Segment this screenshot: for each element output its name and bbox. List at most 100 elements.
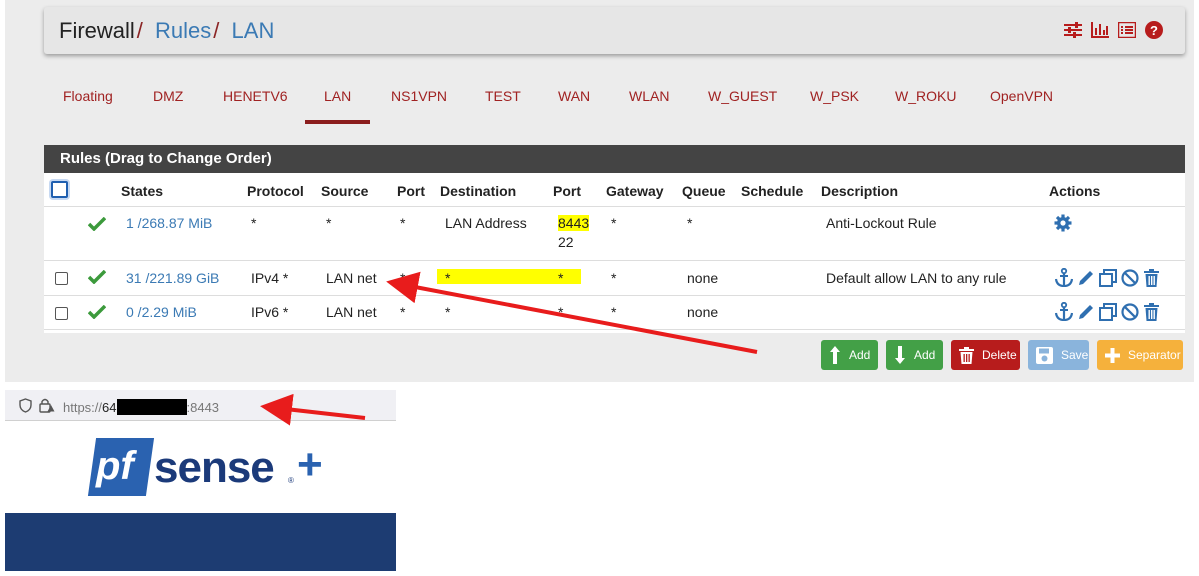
source-cell: * — [326, 215, 332, 231]
pencil-icon[interactable] — [1076, 268, 1095, 287]
protocol-cell: IPv4 * — [251, 270, 289, 286]
add-bottom-label: Add — [914, 348, 936, 362]
row-checkbox[interactable] — [55, 307, 68, 320]
tab-w-psk[interactable]: W_PSK — [810, 88, 859, 104]
floppy-disk-icon — [1036, 346, 1053, 364]
trash-icon[interactable] — [1142, 302, 1161, 321]
tab-openvpn[interactable]: OpenVPN — [990, 88, 1053, 104]
bar-chart-icon[interactable] — [1091, 21, 1109, 39]
gear-icon[interactable] — [1053, 213, 1072, 232]
queue-cell: none — [687, 270, 719, 286]
anchor-icon[interactable] — [1054, 268, 1073, 287]
port-cell: * — [400, 304, 406, 320]
trash-icon[interactable] — [1142, 268, 1161, 287]
breadcrumb-lan-link[interactable]: LAN — [232, 18, 275, 43]
separator-button[interactable]: Separator — [1097, 340, 1183, 370]
ban-icon[interactable] — [1120, 268, 1139, 287]
gateway-cell: * — [611, 270, 617, 286]
redaction-bar — [116, 399, 187, 415]
logo-plus-text: + — [297, 440, 323, 489]
tab-henetv6[interactable]: HENETV6 — [223, 88, 288, 104]
port-cell: * — [400, 270, 406, 286]
url-port: :8443 — [186, 400, 220, 415]
panel-title: Rules (Drag to Change Order) — [44, 145, 1185, 173]
protocol-cell: * — [251, 215, 257, 231]
url-text: https://64:8443 — [63, 399, 219, 415]
select-all-checkbox[interactable] — [51, 181, 68, 198]
shield-icon — [19, 398, 32, 413]
tab-test[interactable]: TEST — [485, 88, 521, 104]
table-row[interactable]: 0 /2.29 MiB IPv6 * LAN net * * * * none — [44, 295, 1185, 330]
enabled-check-icon — [88, 305, 106, 319]
col-source[interactable]: Source — [321, 183, 368, 199]
states-link[interactable]: 31 /221.89 GiB — [126, 270, 219, 286]
url-host: 64 — [102, 400, 117, 415]
tab-wlan[interactable]: WLAN — [629, 88, 669, 104]
col-destination[interactable]: Destination — [440, 183, 516, 199]
navy-banner — [5, 513, 396, 571]
copy-icon[interactable] — [1098, 268, 1117, 287]
col-states[interactable]: States — [121, 183, 163, 199]
col-gateway[interactable]: Gateway — [606, 183, 664, 199]
copy-icon[interactable] — [1098, 302, 1117, 321]
table-row[interactable]: 31 /221.89 GiB IPv4 * LAN net * * * * no… — [44, 260, 1185, 295]
table-row[interactable]: 1 /268.87 MiB * * * LAN Address 8443 22 … — [44, 206, 1185, 260]
trash-icon — [959, 346, 974, 364]
col-queue[interactable]: Queue — [682, 183, 726, 199]
destination-cell: * — [445, 270, 451, 286]
source-cell: LAN net — [326, 304, 377, 320]
tab-ns1vpn[interactable]: NS1VPN — [391, 88, 447, 104]
pfsense-plus-logo: pf sense ® + — [87, 438, 337, 498]
ban-icon[interactable] — [1120, 302, 1139, 321]
logo-sense-text: sense — [154, 443, 275, 492]
lock-warning-icon — [39, 398, 55, 413]
breadcrumb-rules-link[interactable]: Rules — [155, 18, 211, 43]
tab-dmz[interactable]: DMZ — [153, 88, 183, 104]
breadcrumb: Firewall/ Rules/ LAN — [59, 18, 274, 44]
svg-text:?: ? — [1150, 23, 1158, 38]
states-link[interactable]: 0 /2.29 MiB — [126, 304, 197, 320]
browser-url-bar[interactable]: https://64:8443 — [5, 390, 396, 421]
tab-lan[interactable]: LAN — [324, 88, 351, 104]
dest-port-highlighted: 8443 — [558, 215, 590, 231]
help-icon[interactable]: ? — [1145, 21, 1163, 39]
arrow-down-icon — [895, 346, 905, 364]
save-button[interactable]: Save — [1028, 340, 1089, 370]
gateway-cell: * — [611, 215, 617, 231]
plus-icon — [1105, 347, 1120, 363]
anchor-icon[interactable] — [1054, 302, 1073, 321]
states-link[interactable]: 1 /268.87 MiB — [126, 215, 212, 231]
gateway-cell: * — [611, 304, 617, 320]
tab-floating[interactable]: Floating — [63, 88, 113, 104]
description-cell: Default allow LAN to any rule — [826, 270, 1007, 286]
row-checkbox[interactable] — [55, 272, 68, 285]
tab-wan[interactable]: WAN — [558, 88, 590, 104]
list-icon[interactable] — [1118, 21, 1136, 39]
delete-button[interactable]: Delete — [951, 340, 1020, 370]
dest-port-cell: * — [558, 270, 564, 286]
rules-panel: Rules (Drag to Change Order) States Prot… — [44, 145, 1185, 333]
tab-w-roku[interactable]: W_ROKU — [895, 88, 956, 104]
arrow-up-icon — [830, 346, 840, 364]
col-schedule[interactable]: Schedule — [741, 183, 803, 199]
col-protocol[interactable]: Protocol — [247, 183, 304, 199]
col-dest-port[interactable]: Port — [553, 183, 581, 199]
breadcrumb-separator: / — [136, 18, 143, 43]
pencil-icon[interactable] — [1076, 302, 1095, 321]
row-actions — [1054, 302, 1161, 321]
tab-w-guest[interactable]: W_GUEST — [708, 88, 777, 104]
delete-label: Delete — [982, 348, 1017, 362]
breadcrumb-firewall: Firewall — [59, 18, 135, 43]
col-description[interactable]: Description — [821, 183, 898, 199]
col-actions: Actions — [1049, 183, 1101, 199]
protocol-cell: IPv6 * — [251, 304, 289, 320]
col-port[interactable]: Port — [397, 183, 425, 199]
screenshot: Firewall/ Rules/ LAN ? Floating DMZ HENE… — [0, 0, 1199, 576]
sliders-icon[interactable] — [1064, 21, 1082, 39]
logo-registered-mark: ® — [288, 476, 294, 485]
add-bottom-button[interactable]: Add — [886, 340, 943, 370]
breadcrumb-separator: / — [213, 18, 220, 43]
enabled-check-icon — [88, 270, 106, 284]
add-top-button[interactable]: Add — [821, 340, 878, 370]
destination-cell: LAN Address — [445, 215, 527, 231]
